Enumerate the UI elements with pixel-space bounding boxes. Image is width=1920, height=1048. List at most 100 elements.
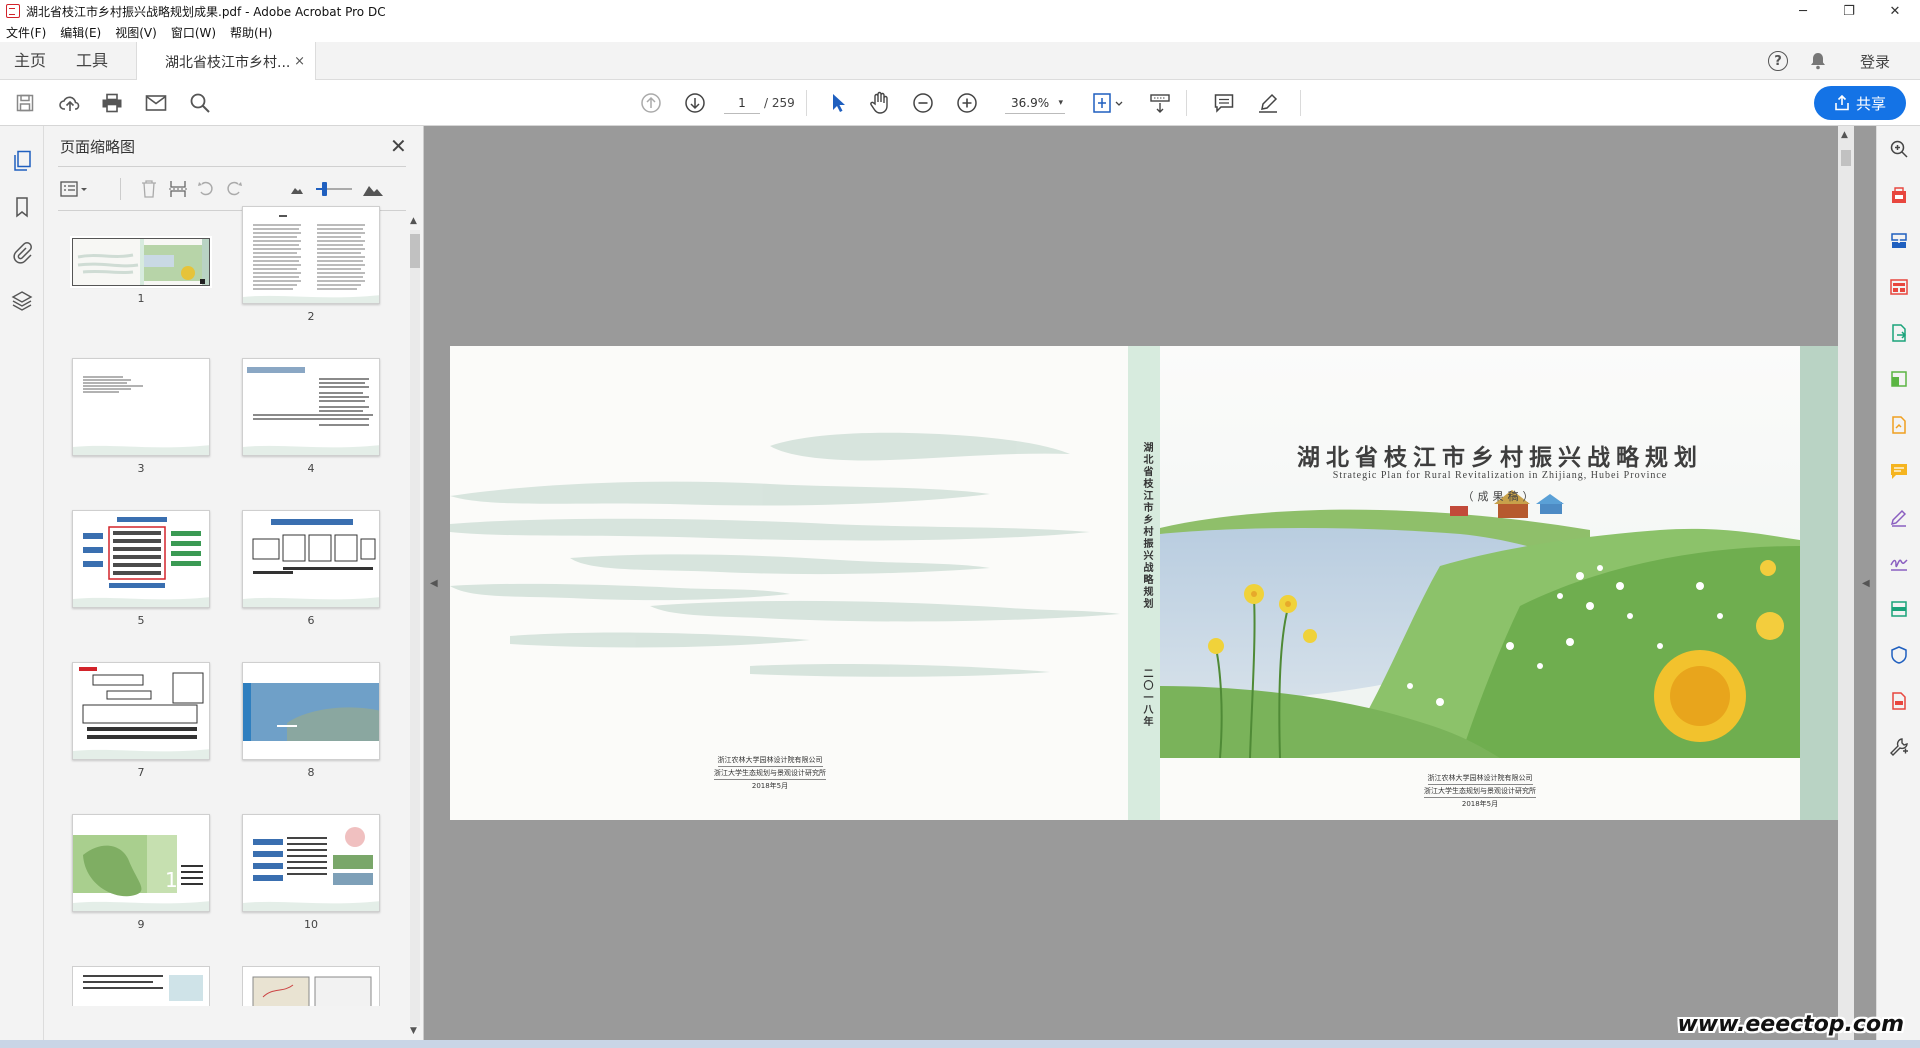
cover-edge-strip — [1800, 346, 1838, 820]
save-button[interactable] — [12, 80, 38, 126]
comment-button[interactable] — [1210, 80, 1238, 126]
scroll-down-icon[interactable]: ▼ — [410, 1026, 417, 1036]
select-tool-button[interactable] — [824, 80, 852, 126]
thumbnail-image — [72, 966, 210, 1006]
menu-view[interactable]: 视图(V) — [115, 24, 157, 41]
document-scrollbar[interactable]: ▲ — [1838, 126, 1854, 1044]
scan-icon — [1891, 601, 1907, 617]
thumbnails-scrollbar[interactable]: ▲ ▼ — [408, 216, 422, 1038]
close-tab-button[interactable]: × — [294, 54, 305, 69]
close-window-button[interactable]: ✕ — [1872, 0, 1918, 22]
menu-edit[interactable]: 编辑(E) — [60, 24, 101, 41]
envelope-icon — [145, 95, 167, 111]
notifications-button[interactable] — [1808, 42, 1828, 80]
organize-pages-button[interactable] — [1888, 276, 1910, 298]
thumbnail-image — [242, 662, 380, 760]
menu-help[interactable]: 帮助(H) — [230, 24, 272, 41]
rotate-right-button[interactable] — [224, 178, 244, 200]
combine-files-button[interactable] — [1888, 230, 1910, 252]
tab-home[interactable]: 主页 — [14, 42, 46, 80]
request-sign-button[interactable] — [1888, 414, 1910, 436]
restore-button[interactable]: ❐ — [1826, 0, 1872, 22]
acrobat-logo-icon — [6, 4, 20, 18]
previous-page-button[interactable] — [638, 80, 664, 126]
tab-document[interactable]: 湖北省枝江市乡村... × — [136, 42, 316, 81]
site-watermark: www.eeectop.com — [1677, 1012, 1904, 1037]
protect-button[interactable] — [1888, 644, 1910, 666]
thumbnail-page-11[interactable] — [72, 966, 210, 1006]
mountain-small-icon — [291, 188, 303, 194]
email-button[interactable] — [142, 80, 170, 126]
more-tools-button[interactable] — [1888, 736, 1910, 758]
delete-pages-button[interactable] — [140, 178, 158, 200]
minimize-button[interactable]: ─ — [1780, 0, 1826, 22]
options-menu-button[interactable] — [60, 178, 90, 200]
rotate-left-button[interactable] — [196, 178, 216, 200]
edit-pdf-button[interactable] — [1888, 368, 1910, 390]
search-icon — [190, 93, 210, 113]
scrollbar-thumb[interactable] — [1841, 150, 1851, 166]
cursor-arrow-icon — [833, 94, 845, 112]
thumbnail-size-slider[interactable] — [316, 178, 352, 200]
help-button[interactable]: ? — [1768, 42, 1788, 80]
zoom-tool-button[interactable] — [1888, 138, 1910, 160]
tab-tools[interactable]: 工具 — [76, 42, 108, 80]
bookmarks-button[interactable] — [11, 196, 33, 218]
thumbnail-image — [242, 206, 380, 304]
more-tools-pdf-button[interactable] — [1888, 690, 1910, 712]
login-button[interactable]: 登录 — [1860, 42, 1890, 80]
print-button[interactable] — [98, 80, 126, 126]
close-panel-button[interactable]: ✕ — [390, 134, 407, 158]
upload-button[interactable] — [56, 80, 84, 126]
layers-button[interactable] — [11, 290, 33, 312]
add-comment-button[interactable] — [1888, 460, 1910, 482]
share-label: 共享 — [1855, 94, 1886, 113]
fit-page-button[interactable] — [1090, 80, 1126, 126]
menu-window[interactable]: 窗口(W) — [171, 24, 216, 41]
cover-thumb-art — [73, 239, 209, 285]
page-thumbnails-button[interactable] — [11, 150, 33, 172]
scroll-up-icon[interactable]: ▲ — [410, 216, 417, 226]
thumbnail-page-12[interactable] — [242, 966, 380, 1006]
pdf-document-icon — [1892, 692, 1906, 710]
page-number-input[interactable]: 1 — [724, 92, 760, 114]
attachments-button[interactable] — [11, 242, 33, 264]
extract-pages-button[interactable] — [168, 178, 188, 200]
export-pdf-button[interactable] — [1888, 322, 1910, 344]
fill-sign-button[interactable] — [1888, 506, 1910, 528]
send-for-signature-button[interactable] — [1888, 552, 1910, 574]
scan-ocr-button[interactable] — [1888, 598, 1910, 620]
landscape-illustration — [1160, 346, 1800, 758]
slider-handle[interactable] — [322, 182, 327, 196]
menu-bar: 文件(F) 编辑(E) 视图(V) 窗口(W) 帮助(H) — [0, 22, 1920, 42]
document-tab-label: 湖北省枝江市乡村... — [165, 54, 291, 71]
share-button[interactable]: 共享 — [1814, 86, 1906, 120]
back-cover-organizations: 浙江农林大学园林设计院有限公司 浙江大学生态规划与景观设计研究所 2018年5月 — [670, 754, 870, 792]
fill-sign-icon — [1890, 509, 1907, 527]
minus-circle-icon — [913, 93, 933, 113]
collapse-right-panel-icon[interactable]: ◀ — [1862, 578, 1870, 589]
zoom-level-select[interactable]: 36.9% ▾ — [1000, 80, 1070, 126]
thumbnail-larger-button[interactable] — [362, 178, 384, 200]
scrollbar-thumb[interactable] — [410, 234, 420, 268]
comment-bubble-icon — [1891, 464, 1907, 479]
collapse-left-panel-icon[interactable]: ◀ — [430, 578, 438, 589]
text-thumb-art — [243, 367, 379, 455]
zoom-in-button[interactable] — [954, 80, 980, 126]
scroll-mode-button[interactable] — [1146, 80, 1174, 126]
next-page-button[interactable] — [682, 80, 708, 126]
hand-tool-button[interactable] — [866, 80, 894, 126]
thumbnail-number: 3 — [137, 462, 145, 475]
highlight-button[interactable] — [1254, 80, 1282, 126]
spine-title: 湖北省枝江市乡村振兴战略规划 — [1141, 442, 1152, 610]
fit-page-icon — [1093, 93, 1123, 113]
zoom-out-button[interactable] — [910, 80, 936, 126]
search-button[interactable] — [186, 80, 214, 126]
thumbnail-image — [70, 236, 212, 288]
scroll-up-icon[interactable]: ▲ — [1841, 130, 1848, 140]
create-pdf-button[interactable] — [1888, 184, 1910, 206]
thumbnail-smaller-button[interactable] — [290, 178, 304, 200]
menu-file[interactable]: 文件(F) — [6, 24, 46, 41]
export-pdf-icon — [1892, 324, 1907, 342]
rotate-left-icon — [198, 181, 213, 196]
